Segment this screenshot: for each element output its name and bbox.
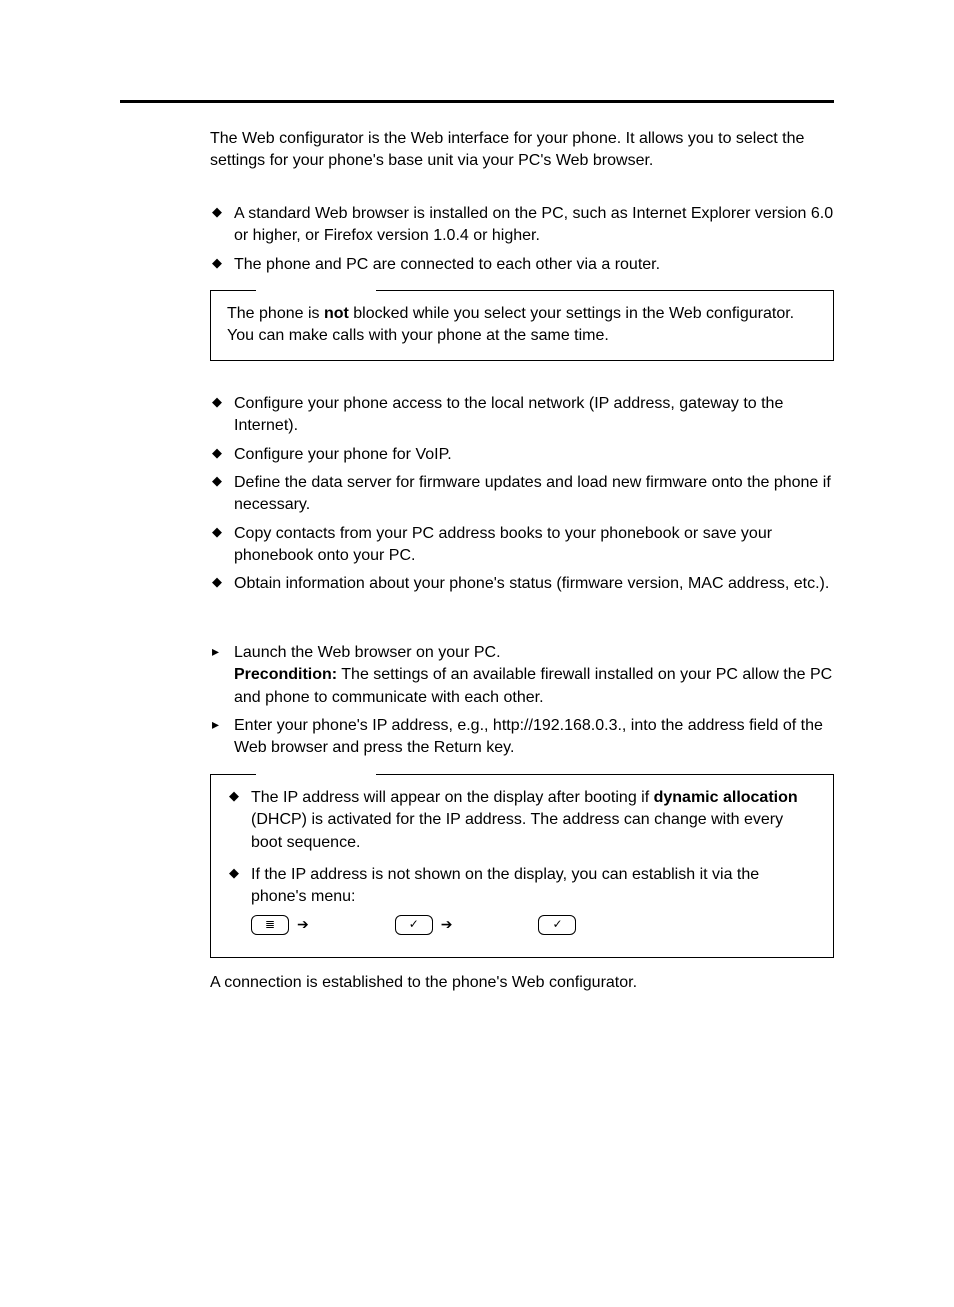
list-item: The phone and PC are connected to each o… <box>210 254 834 276</box>
ok-key-icon: ✓ <box>538 915 576 935</box>
arrow-icon: ➔ <box>297 915 309 935</box>
arrow-icon: ➔ <box>441 915 453 935</box>
note-box: The phone is not blocked while you selec… <box>210 290 834 361</box>
prerequisites-list: A standard Web browser is installed on t… <box>210 203 834 276</box>
note-box: The IP address will appear on the displa… <box>210 774 834 958</box>
list-item: Configure your phone access to the local… <box>210 393 834 438</box>
steps-list: Launch the Web browser on your PC. Preco… <box>210 642 834 760</box>
intro-paragraph: The Web configurator is the Web interfac… <box>210 128 834 173</box>
list-item: Define the data server for firmware upda… <box>210 472 834 517</box>
list-item: The IP address will appear on the displa… <box>227 787 817 854</box>
list-item: Copy contacts from your PC address books… <box>210 523 834 568</box>
closing-paragraph: A connection is established to the phone… <box>210 972 834 994</box>
header-rule <box>120 100 834 103</box>
menu-key-icon: ≣ <box>251 915 289 935</box>
list-item: Configure your phone for VoIP. <box>210 444 834 466</box>
ok-key-icon: ✓ <box>395 915 433 935</box>
list-item: A standard Web browser is installed on t… <box>210 203 834 248</box>
list-item: Obtain information about your phone's st… <box>210 573 834 595</box>
list-item: Launch the Web browser on your PC. Preco… <box>210 642 834 709</box>
capabilities-list: Configure your phone access to the local… <box>210 393 834 596</box>
list-item: Enter your phone's IP address, e.g., htt… <box>210 715 834 760</box>
menu-sequence: ≣ ➔ ✓ ➔ ✓ <box>251 915 817 935</box>
note-text: The phone is not blocked while you selec… <box>227 303 817 348</box>
list-item: If the IP address is not shown on the di… <box>227 864 817 935</box>
